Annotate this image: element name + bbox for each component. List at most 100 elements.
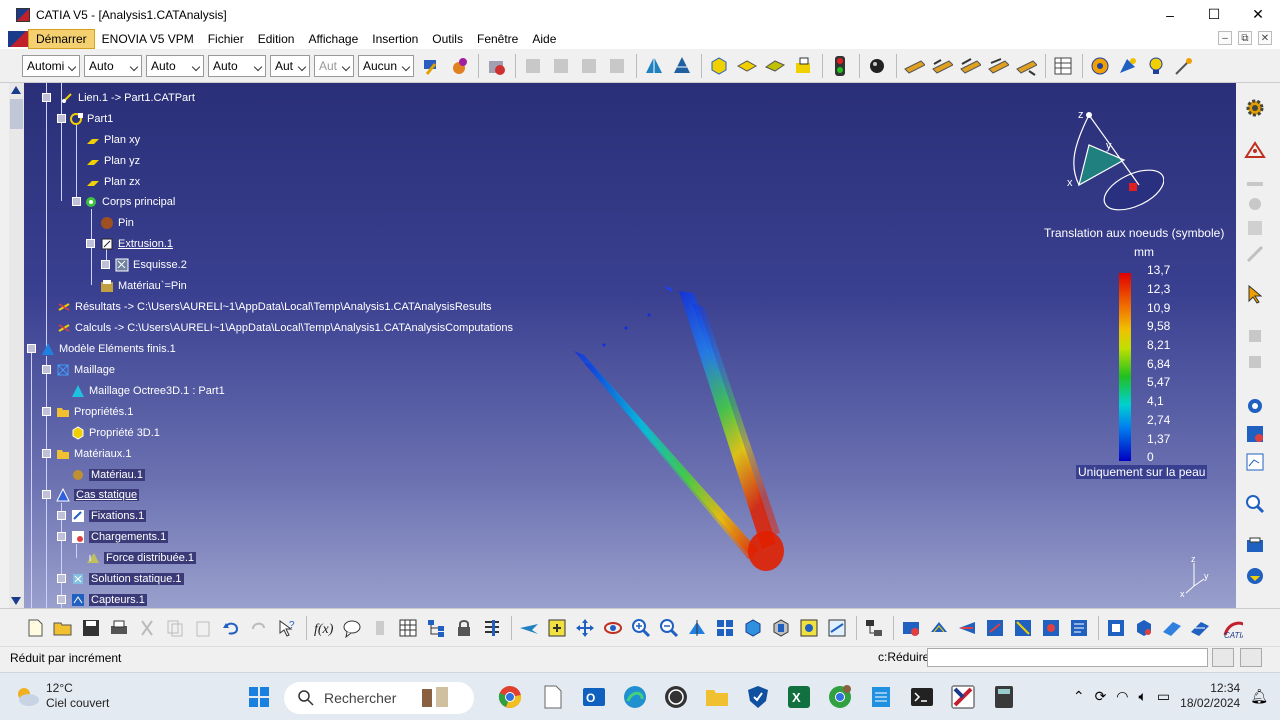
shading-icon[interactable] xyxy=(770,617,792,639)
expander[interactable] xyxy=(101,260,110,269)
whatsapp-icon[interactable] xyxy=(664,685,688,709)
battery-icon[interactable]: ▭ xyxy=(1157,688,1170,705)
menu-affichage[interactable]: Affichage xyxy=(301,29,365,49)
tree-item-materiau-pin[interactable]: Matériau`=Pin xyxy=(100,277,187,295)
target-icon[interactable] xyxy=(1089,55,1111,77)
animation-icon[interactable] xyxy=(1161,617,1183,639)
report-tool-icon[interactable] xyxy=(1244,535,1266,557)
painter-icon[interactable] xyxy=(420,55,442,77)
pivot-icon[interactable] xyxy=(987,55,1009,77)
catia-logo-icon[interactable] xyxy=(8,31,28,47)
traffic-light-icon[interactable] xyxy=(829,55,851,77)
scroll-down-arrow-icon[interactable] xyxy=(11,597,21,605)
explode-icon[interactable] xyxy=(1117,55,1139,77)
sliding-pivot-icon[interactable] xyxy=(1015,55,1037,77)
workbench-tree-icon[interactable] xyxy=(863,617,885,639)
tree-item-proprietes[interactable]: Propriétés.1 xyxy=(42,403,133,421)
clock[interactable]: 12:34 18/02/2024 xyxy=(1180,681,1240,711)
displacement-icon[interactable] xyxy=(984,617,1006,639)
expander[interactable] xyxy=(72,197,81,206)
scroll-thumb[interactable] xyxy=(10,99,23,129)
material-apply-icon[interactable] xyxy=(448,55,470,77)
expander[interactable] xyxy=(57,511,66,520)
bulb-icon[interactable] xyxy=(1145,55,1167,77)
outlook-icon[interactable]: O xyxy=(582,685,606,709)
property-shell-icon[interactable] xyxy=(736,55,758,77)
expander[interactable] xyxy=(42,407,51,416)
expander[interactable] xyxy=(57,114,66,123)
tree-item-maillage-octree[interactable]: Maillage Octree3D.1 : Part1 xyxy=(71,382,225,400)
chrome-profile-icon[interactable] xyxy=(828,685,852,709)
combo-4[interactable]: Auto xyxy=(208,54,266,77)
windows-start-icon[interactable] xyxy=(248,686,270,708)
table-grid-icon[interactable] xyxy=(397,617,419,639)
comment-icon[interactable] xyxy=(341,617,363,639)
expander[interactable] xyxy=(86,239,95,248)
notification-bell-icon[interactable]: 🔔︎ xyxy=(1250,688,1268,705)
doc-close-button[interactable]: ✕ xyxy=(1258,31,1272,45)
undo-icon[interactable] xyxy=(220,617,242,639)
tree-item-part1[interactable]: Part1 xyxy=(57,110,113,128)
precision-icon[interactable] xyxy=(1040,617,1062,639)
combo-2[interactable]: Auto xyxy=(84,54,142,77)
report-icon[interactable] xyxy=(1068,617,1090,639)
tree-item-corps-principal[interactable]: Corps principal xyxy=(72,193,175,211)
sync-icon[interactable]: ⟳ xyxy=(1095,688,1107,705)
maximize-button[interactable]: ☐ xyxy=(1192,0,1236,29)
status-button-2[interactable] xyxy=(1240,648,1262,667)
tree-item-esquisse[interactable]: Esquisse.2 xyxy=(101,256,187,274)
tree-item-extrusion[interactable]: Extrusion.1 xyxy=(86,235,173,253)
pointer-select-icon[interactable] xyxy=(1244,283,1266,305)
scroll-up-arrow-icon[interactable] xyxy=(11,86,21,94)
apply-material-icon[interactable] xyxy=(485,55,507,77)
zoom-analysis-icon[interactable] xyxy=(1244,493,1266,515)
chrome-icon[interactable] xyxy=(498,685,522,709)
tree-structure-icon[interactable] xyxy=(425,617,447,639)
formula-icon[interactable]: f(x) xyxy=(313,617,335,639)
tree-item-propriete-3d[interactable]: Propriété 3D.1 xyxy=(71,424,160,442)
lock-icon[interactable] xyxy=(453,617,475,639)
wifi-icon[interactable]: ◠ xyxy=(1116,688,1128,705)
expander[interactable] xyxy=(27,344,36,353)
fly-mode-icon[interactable] xyxy=(518,617,540,639)
property-3d-tool-icon[interactable] xyxy=(708,55,730,77)
defender-icon[interactable] xyxy=(746,685,770,709)
tree-item-materiaux[interactable]: Matériaux.1 xyxy=(42,445,131,463)
tree-item-link[interactable]: Lien.1 -> Part1.CATPart xyxy=(42,89,195,107)
tree-item-cas-statique[interactable]: Cas statique xyxy=(42,486,140,504)
expander[interactable] xyxy=(57,595,66,604)
menu-fenetre[interactable]: Fenêtre xyxy=(470,29,525,49)
menu-edition[interactable]: Edition xyxy=(251,29,302,49)
pan-icon[interactable] xyxy=(574,617,596,639)
3d-viewport[interactable]: Lien.1 -> Part1.CATPart Part1 Plan xy Pl… xyxy=(24,83,1236,608)
property-user-icon[interactable] xyxy=(792,55,814,77)
doc-restore-button[interactable]: ⧉ xyxy=(1238,31,1252,45)
tray-chevron-up-icon[interactable]: ⌃ xyxy=(1073,688,1085,705)
sensor-global-icon[interactable] xyxy=(1105,617,1127,639)
excel-icon[interactable]: X xyxy=(787,685,811,709)
surface-slider-icon[interactable] xyxy=(931,55,953,77)
compass-icon[interactable]: z y x xyxy=(1064,105,1164,215)
print-icon[interactable] xyxy=(108,617,130,639)
menu-insertion[interactable]: Insertion xyxy=(365,29,425,49)
expander[interactable] xyxy=(42,490,51,499)
expander[interactable] xyxy=(42,93,51,102)
terminal-icon[interactable] xyxy=(910,685,934,709)
iso-view-icon[interactable] xyxy=(742,617,764,639)
tree-item-plan-yz[interactable]: Plan yz xyxy=(86,152,140,170)
tree-item-solution-statique[interactable]: Solution statique.1 xyxy=(57,570,184,588)
expander[interactable] xyxy=(42,365,51,374)
mesh-nodes-icon[interactable] xyxy=(1244,139,1266,161)
save-icon[interactable] xyxy=(80,617,102,639)
table-icon[interactable] xyxy=(1052,55,1074,77)
combo-3[interactable]: Auto xyxy=(146,54,204,77)
zoom-out-icon[interactable] xyxy=(658,617,680,639)
expander[interactable] xyxy=(42,449,51,458)
tree-item-plan-xy[interactable]: Plan xy xyxy=(86,131,140,149)
expander[interactable] xyxy=(57,574,66,583)
tree-item-calculs[interactable]: Calculs -> C:\Users\AURELI~1\AppData\Loc… xyxy=(57,319,513,337)
property-beam-icon[interactable] xyxy=(764,55,786,77)
von-mises-icon[interactable] xyxy=(956,617,978,639)
notepad-icon[interactable] xyxy=(869,685,893,709)
rotate-icon[interactable] xyxy=(602,617,624,639)
